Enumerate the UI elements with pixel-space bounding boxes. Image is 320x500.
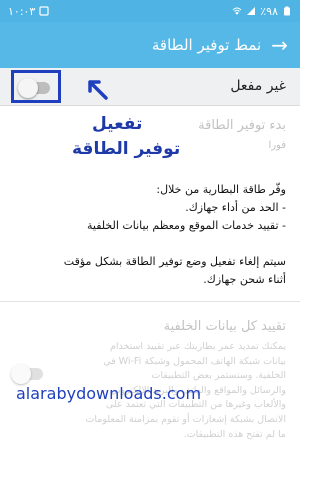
status-right: ٪٩٨ [232,5,292,18]
background-data-line: يمكنك تمديد عمر بطاريتك عبر تقييد استخدا… [109,341,286,352]
battery-icon [284,6,290,16]
restrict-background-data-title[interactable]: تقييد كل بيانات الخلفية [164,319,286,334]
start-power-saving-title[interactable]: بدء توفير الطاقة [198,118,286,133]
divider [0,301,300,302]
wifi-icon [232,7,242,15]
master-switch-label: غير مفعل [230,78,286,94]
app-bar: نمط توفير الطاقة → [0,22,300,68]
annotation-line-2: توفير الطاقة [72,139,181,159]
annotation-line-1: تفعيل [92,114,143,134]
start-power-saving-subtitle: فورا [268,140,286,151]
page-title: نمط توفير الطاقة [151,36,262,54]
toggle-knob [11,364,31,384]
restrict-background-data-toggle[interactable] [11,364,43,384]
toggle-knob [18,78,38,98]
description-line: وفّر طاقة البطارية من خلال: [156,183,286,196]
background-data-line: بيانات شبكة الهاتف المحمول وشبكة Wi-Fi ف… [103,355,286,367]
status-left: ١٠:٠٣ [8,5,49,18]
description-line: أثناء شحن جهازك. [203,273,286,286]
highlight-box [11,70,61,103]
status-bar: ١٠:٠٣ ٪٩٨ [0,0,300,22]
back-arrow-icon[interactable]: → [271,35,288,55]
battery-percent: ٪٩٨ [260,4,278,18]
watermark: alarabydownloads.com [16,384,202,403]
master-switch-row[interactable]: غير مفعل [0,68,300,106]
background-data-line: ما لم تفتح هذه التطبيقات. [183,428,286,440]
annotation-arrow-icon [88,80,108,100]
status-time: ١٠:٠٣ [8,4,36,18]
description-line: - تقييد خدمات الموقع ومعظم بيانات الخلفي… [86,219,286,232]
background-data-line: الخلفية. وستستمر بعض التطبيقات [151,370,286,382]
background-data-line: الاتصال بشبكة إشعارات أو تقوم بمزامنة ال… [85,413,286,425]
description-line: سيتم إلغاء تفعيل وضع توفير الطاقة بشكل م… [63,255,286,268]
signal-icon [247,7,256,15]
power-saving-toggle[interactable] [18,78,50,98]
notification-icon [39,6,49,16]
description-line: - الحد من أداء جهازك. [185,201,286,214]
